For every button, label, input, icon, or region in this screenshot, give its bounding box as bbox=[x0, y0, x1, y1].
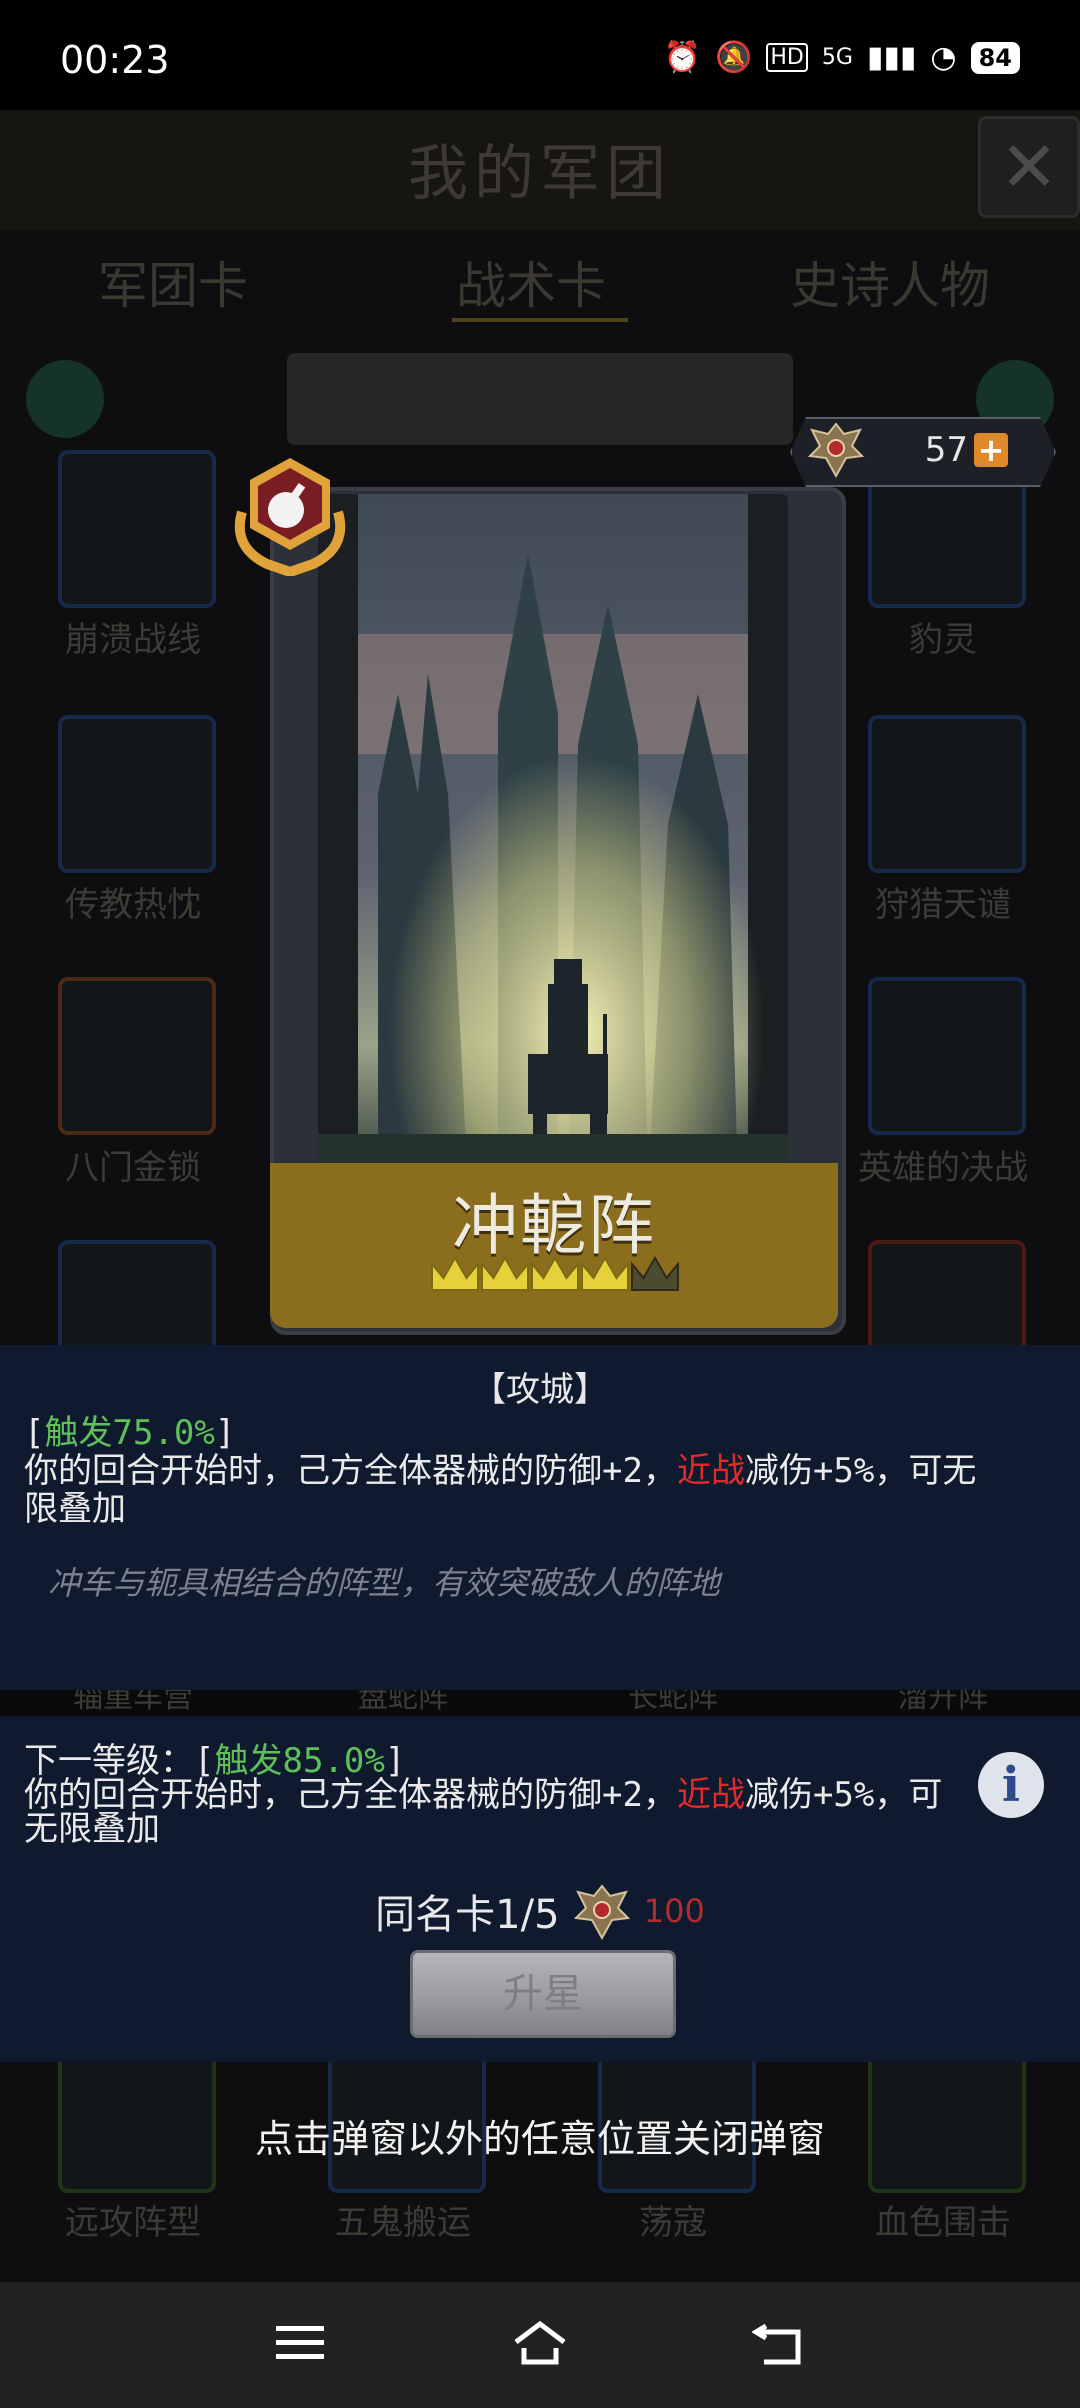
info-icon[interactable]: i bbox=[978, 1752, 1044, 1818]
star-rating-crowns bbox=[431, 1255, 679, 1291]
tab-legion-cards[interactable]: 军团卡 bbox=[98, 246, 248, 318]
next-effect-description: 你的回合开始时，己方全体器械的防御+2，近战减伤+5%，可 bbox=[24, 1776, 1064, 1814]
next-effect-description-cont: 无限叠加 bbox=[24, 1809, 160, 1849]
bg-card-label: 八门金锁 bbox=[65, 1148, 201, 1188]
trigger-chance: 触发75.0% bbox=[44, 1413, 215, 1453]
home-icon[interactable] bbox=[512, 2318, 568, 2368]
bg-card[interactable] bbox=[58, 715, 216, 873]
crown-filled bbox=[481, 1255, 529, 1291]
battery-icon: 84 bbox=[970, 41, 1020, 74]
network-icon: 5G bbox=[821, 45, 853, 70]
bg-card-label: 远攻阵型 bbox=[65, 2203, 201, 2243]
search-field[interactable] bbox=[287, 353, 793, 445]
duplicate-card-row: 同名卡1/5 100 bbox=[0, 1880, 1080, 1942]
close-icon[interactable]: ✕ bbox=[978, 116, 1080, 218]
effect-text: 减伤+5%，可无 bbox=[744, 1451, 977, 1491]
duplicate-count: 同名卡1/5 bbox=[375, 1892, 560, 1938]
tab-underline bbox=[452, 318, 628, 322]
bg-card-label: 荡寇 bbox=[639, 2203, 707, 2243]
tab-tactic-cards[interactable]: 战术卡 bbox=[456, 246, 606, 318]
signal-icon: ▮▮▮ bbox=[866, 40, 917, 75]
crown-filled bbox=[531, 1255, 579, 1291]
status-clock: 00:23 bbox=[60, 38, 170, 82]
back-icon[interactable] bbox=[752, 2318, 808, 2368]
status-icons: ⏰ 🔕 HD 5G ▮▮▮ ◔ 84 bbox=[664, 40, 1020, 75]
bg-card-label: 血色围击 bbox=[875, 2203, 1011, 2243]
close-hint: 点击弹窗以外的任意位置关闭弹窗 bbox=[254, 2117, 825, 2161]
effect-text: 减伤+5%，可 bbox=[744, 1775, 943, 1815]
add-currency-button[interactable]: + bbox=[974, 433, 1008, 467]
effect-keyword: 近战 bbox=[676, 1451, 745, 1491]
list-icon[interactable] bbox=[26, 360, 104, 438]
trigger-line: [触发75.0%] bbox=[24, 1414, 1064, 1452]
bg-card-label: 英雄的决战 bbox=[858, 1148, 1028, 1188]
eagle-crest-icon bbox=[807, 422, 865, 479]
effect-keyword: 近战 bbox=[676, 1775, 745, 1815]
effect-description: 你的回合开始时，己方全体器械的防御+2，近战减伤+5%，可无 bbox=[24, 1452, 1064, 1490]
wifi-icon: ◔ bbox=[930, 40, 957, 75]
tab-epic-characters[interactable]: 史诗人物 bbox=[790, 246, 990, 318]
background-title: 我的军团 bbox=[408, 139, 672, 209]
crown-empty bbox=[631, 1255, 679, 1291]
card-artwork bbox=[318, 494, 788, 1184]
bg-card-label: 狩猎天谴 bbox=[875, 885, 1011, 925]
alarm-icon: ⏰ bbox=[663, 40, 701, 75]
upgrade-cost: 100 bbox=[643, 1892, 705, 1930]
bg-card-label: 传教热忱 bbox=[65, 885, 201, 925]
effect-text: 你的回合开始时，己方全体器械的防御+2， bbox=[24, 1451, 677, 1491]
crown-filled bbox=[431, 1255, 479, 1291]
menu-icon[interactable] bbox=[272, 2318, 328, 2368]
hd-icon: HD bbox=[766, 43, 808, 72]
eagle-crest-icon bbox=[573, 1884, 630, 1941]
currency-value: 57 bbox=[924, 430, 968, 470]
bg-card[interactable] bbox=[58, 450, 216, 608]
effect-description-cont: 限叠加 bbox=[24, 1489, 126, 1529]
bg-card-label: 五鬼搬运 bbox=[335, 2203, 471, 2243]
bg-card[interactable] bbox=[868, 977, 1026, 1135]
bg-card[interactable] bbox=[868, 715, 1026, 873]
siege-bomb-badge-icon bbox=[234, 458, 346, 576]
bg-card[interactable] bbox=[58, 977, 216, 1135]
crown-filled bbox=[581, 1255, 629, 1291]
card-category: 【攻城】 bbox=[472, 1370, 608, 1410]
bg-card-label: 崩溃战线 bbox=[65, 620, 201, 660]
mute-icon: 🔕 bbox=[714, 40, 753, 75]
upgrade-star-button[interactable]: 升星 bbox=[410, 1950, 676, 2038]
flavor-text: 冲车与轭具相结合的阵型，有效突破敌人的阵地 bbox=[48, 1564, 721, 1602]
bg-card-label: 豹灵 bbox=[909, 620, 977, 660]
bracket: [ bbox=[24, 1413, 45, 1453]
bracket: ] bbox=[214, 1413, 236, 1453]
